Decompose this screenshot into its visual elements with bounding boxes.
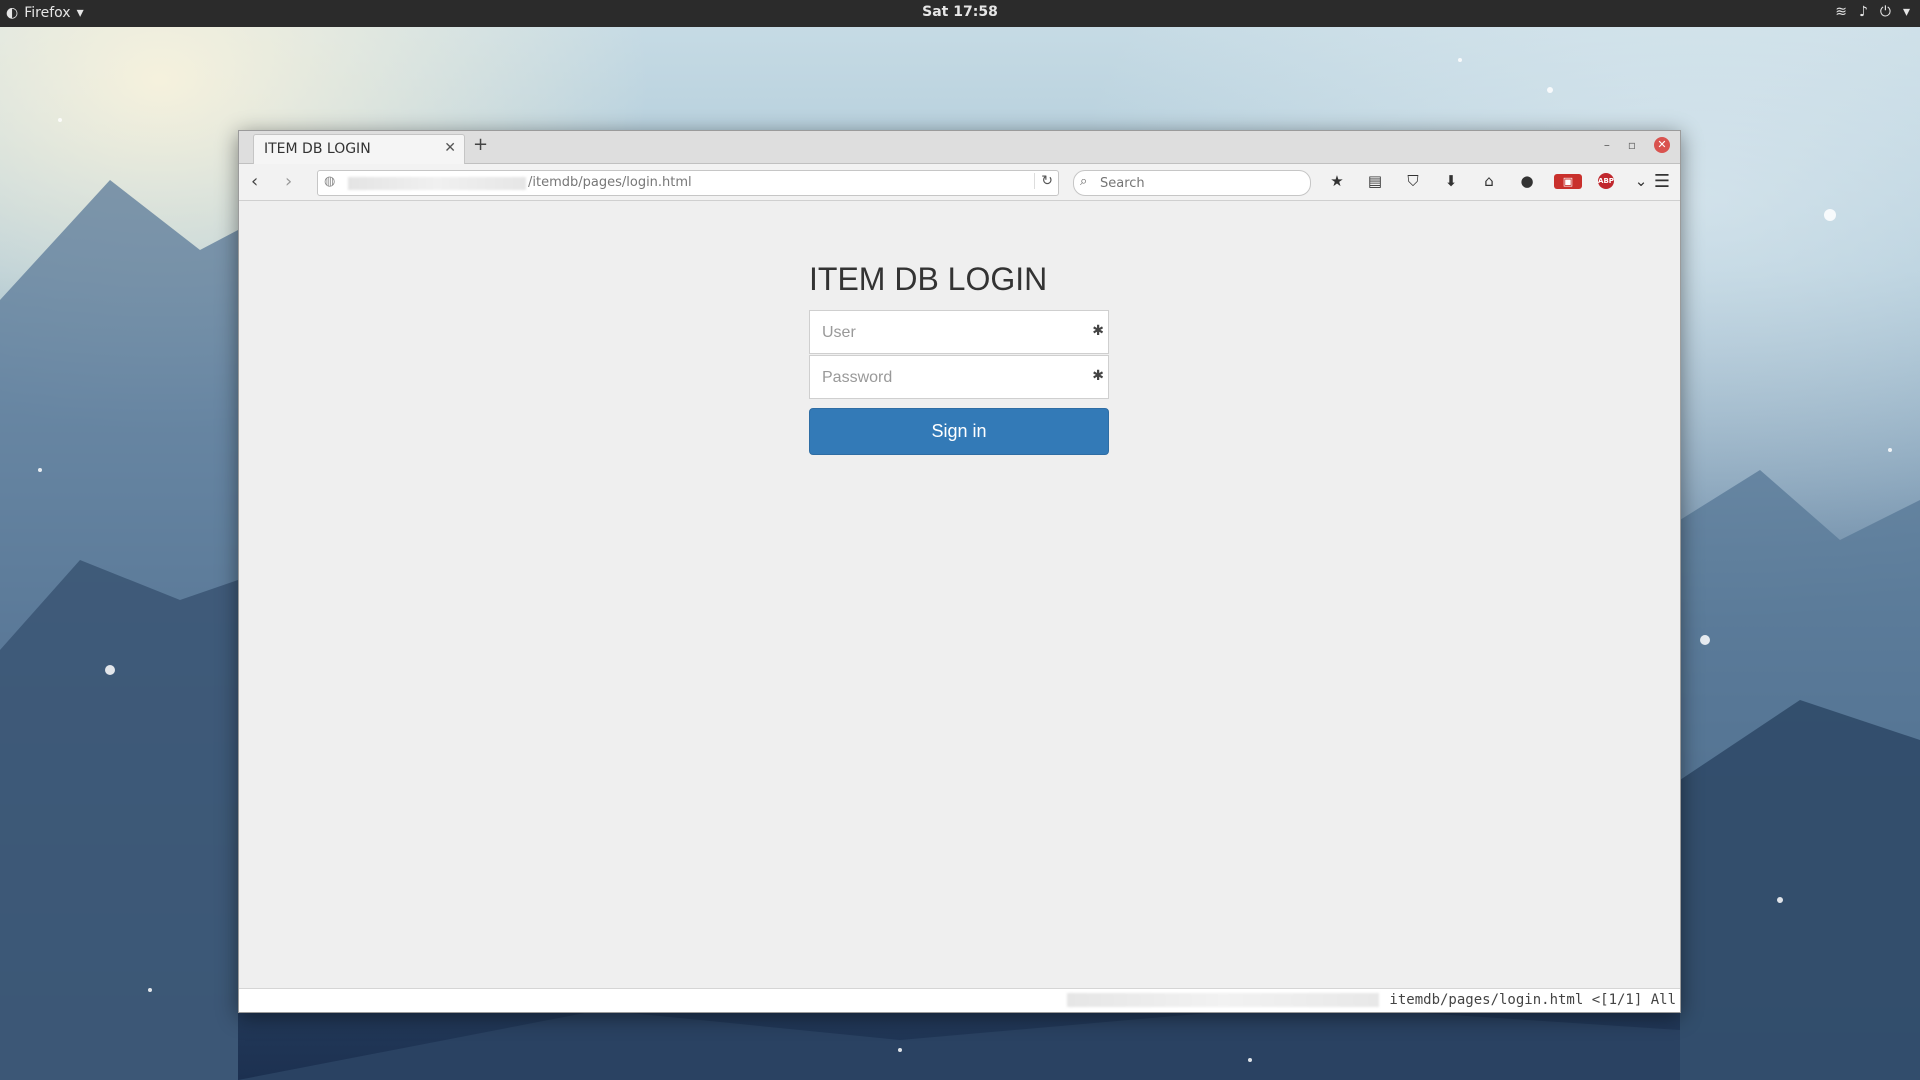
page-title: ITEM DB LOGIN bbox=[809, 261, 1048, 297]
tab-bar: ITEM DB LOGIN ✕ + – ▫ ✕ bbox=[239, 131, 1680, 164]
reload-icon[interactable]: ↻ bbox=[1034, 173, 1053, 189]
forward-icon[interactable]: › bbox=[285, 171, 292, 192]
power-icon: ⏻ bbox=[1879, 4, 1891, 20]
search-icon: ⌕ bbox=[1080, 174, 1088, 189]
user-input[interactable] bbox=[820, 322, 1074, 344]
new-tab-button[interactable]: + bbox=[473, 134, 488, 155]
adblock-icon[interactable]: ABP bbox=[1598, 173, 1614, 189]
window-controls: – ▫ ✕ bbox=[1604, 137, 1670, 153]
volume-icon: ♪ bbox=[1858, 4, 1868, 20]
system-tray[interactable]: ≋ ♪ ⏻ ▾ bbox=[1835, 4, 1910, 20]
minimize-button[interactable]: – bbox=[1604, 138, 1610, 152]
page-content: ITEM DB LOGIN ✱ ✱ Sign in bbox=[239, 201, 1680, 988]
password-field[interactable]: ✱ bbox=[809, 355, 1109, 399]
url-bar[interactable]: ◍ /itemdb/pages/login.html ↻ bbox=[317, 170, 1059, 196]
chat-icon[interactable]: ● bbox=[1516, 172, 1538, 190]
download-icon[interactable]: ⬇ bbox=[1440, 172, 1462, 190]
user-field[interactable]: ✱ bbox=[809, 310, 1109, 354]
chevron-down-icon[interactable]: ⌄ bbox=[1630, 172, 1652, 190]
url-path: /itemdb/pages/login.html bbox=[528, 175, 692, 190]
window-close-button[interactable]: ✕ bbox=[1654, 137, 1670, 153]
maximize-button[interactable]: ▫ bbox=[1628, 138, 1636, 152]
status-host-redacted bbox=[1067, 993, 1379, 1007]
toolbar-icons: ★ ▤ ⛉ ⬇ ⌂ ● ▣ ABP ⌄ bbox=[1326, 172, 1652, 190]
pocket-icon[interactable]: ⛉ bbox=[1402, 172, 1424, 190]
chevron-down-icon: ▾ bbox=[1902, 4, 1910, 20]
extension-icon[interactable]: ▣ bbox=[1554, 173, 1582, 189]
status-bar: itemdb/pages/login.html <[1/1] All bbox=[239, 988, 1680, 1012]
key-icon[interactable]: ✱ bbox=[1092, 323, 1104, 339]
clipboard-icon[interactable]: ▤ bbox=[1364, 172, 1386, 190]
search-bar[interactable]: ⌕ bbox=[1073, 170, 1311, 196]
clock[interactable]: Sat 17:58 bbox=[0, 4, 1920, 20]
back-icon[interactable]: ‹ bbox=[251, 171, 258, 192]
key-icon[interactable]: ✱ bbox=[1092, 368, 1104, 384]
menu-icon[interactable]: ☰ bbox=[1654, 171, 1670, 192]
browser-window: ITEM DB LOGIN ✕ + – ▫ ✕ ‹ › ◍ /itemdb/pa… bbox=[238, 130, 1681, 1013]
status-text: itemdb/pages/login.html <[1/1] All bbox=[1389, 992, 1676, 1008]
wifi-icon: ≋ bbox=[1835, 4, 1847, 20]
navigation-toolbar: ‹ › ◍ /itemdb/pages/login.html ↻ ⌕ ★ ▤ ⛉… bbox=[239, 164, 1680, 201]
globe-icon[interactable]: ◍ bbox=[324, 174, 335, 189]
login-form: ITEM DB LOGIN ✱ ✱ Sign in bbox=[809, 261, 1109, 455]
close-icon[interactable]: ✕ bbox=[444, 140, 456, 156]
password-input[interactable] bbox=[820, 367, 1074, 389]
system-top-bar: ◐ Firefox ▾ Sat 17:58 ≋ ♪ ⏻ ▾ bbox=[0, 0, 1920, 27]
url-host-redacted bbox=[348, 177, 526, 190]
home-icon[interactable]: ⌂ bbox=[1478, 172, 1500, 190]
bookmark-star-icon[interactable]: ★ bbox=[1326, 172, 1348, 190]
tab-title: ITEM DB LOGIN bbox=[264, 141, 371, 157]
sign-in-button[interactable]: Sign in bbox=[809, 408, 1109, 455]
tab-item-db-login[interactable]: ITEM DB LOGIN ✕ bbox=[253, 134, 465, 164]
search-input[interactable] bbox=[1098, 173, 1302, 193]
